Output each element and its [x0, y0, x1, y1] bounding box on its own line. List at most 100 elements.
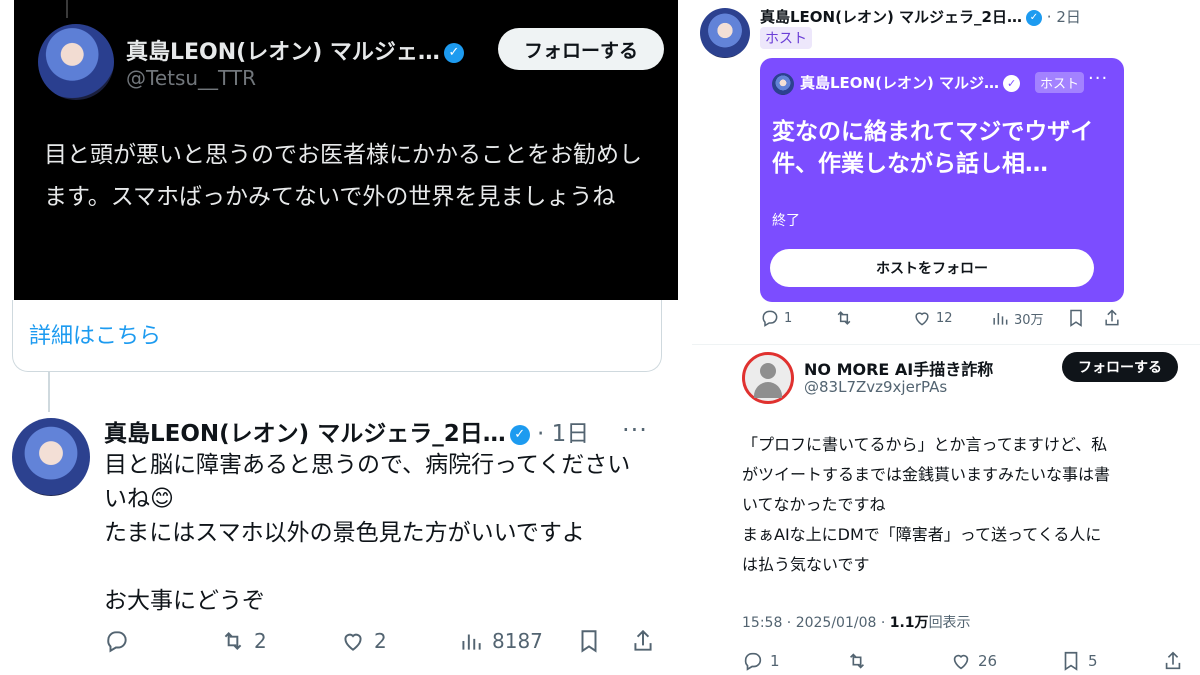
post-text-line: は払う気ないです [742, 555, 870, 574]
thread-line [66, 0, 68, 18]
like-button[interactable]: 26 [950, 650, 997, 672]
divider [692, 344, 1200, 345]
post-text-line: お大事にどうぞ [104, 588, 265, 614]
author-handle[interactable]: @83L7Zvz9xjerPAs [804, 378, 947, 396]
views-icon [993, 313, 1008, 325]
post-timestamp[interactable]: 15:58 · 2025/01/08 · [742, 615, 890, 631]
repost-icon [849, 653, 865, 669]
follow-button[interactable]: フォローする [498, 28, 664, 70]
verified-badge-icon: ✓ [509, 424, 530, 445]
share-icon [1165, 651, 1181, 670]
action-bar: 2 2 8187 [104, 628, 664, 662]
like-button[interactable]: 2 [340, 628, 387, 654]
post-time[interactable]: 1日 [552, 421, 590, 447]
author-name[interactable]: 真島LEON(レオン) マルジェラ_2日… [760, 8, 1022, 26]
left-screenshot: 真島LEON(レオン) マルジェ… ✓ @Tetsu__TTR フォローする 目と… [0, 0, 690, 675]
action-bar: 1 26 5 [742, 650, 1192, 675]
post-metadata: 15:58 · 2025/01/08 · 1.1万回表示 [742, 612, 971, 632]
space-status: 終了 [772, 213, 800, 229]
bookmark-icon [1064, 651, 1078, 671]
reply-icon [744, 652, 762, 671]
reply-icon [762, 310, 778, 327]
host-badge: ホスト [1035, 72, 1085, 93]
reply-icon [107, 631, 127, 653]
follow-host-button[interactable]: ホストをフォロー [770, 249, 1094, 287]
space-card[interactable]: 真島LEON(レオン) マルジ… ✓ ホスト ··· 変なのに絡まれてマジでウザイ… [760, 58, 1124, 302]
views-button[interactable]: 8187 [458, 628, 543, 654]
reply-count: 1 [784, 310, 793, 326]
post-text: 「プロフに書いてるから」とか言ってますけど、私 がツイートするまでは金銭貰います… [742, 430, 1200, 580]
share-button[interactable] [1162, 650, 1184, 672]
quote-footer: 詳細はこちら [12, 300, 662, 372]
bookmark-icon [581, 630, 597, 653]
heart-icon [915, 312, 929, 326]
post-header: 真島LEON(レオン) マルジェラ_2日… ✓ · 2日 [760, 6, 1081, 27]
reply-header: 真島LEON(レオン) マルジェラ_2日… ✓ · 1日 [104, 414, 589, 448]
post-time-separator: · [1046, 8, 1057, 26]
verified-badge-icon: ✓ [1003, 75, 1021, 92]
repost-icon [224, 632, 242, 650]
post-text-line: 「プロフに書いてるから」とか言ってますけど、私 [742, 435, 1108, 454]
avatar[interactable] [12, 418, 90, 496]
repost-count: 2 [254, 629, 267, 653]
share-icon [634, 629, 652, 651]
post-text-line: たまにはスマホ以外の景色見た方がいいですよ [104, 520, 585, 546]
bookmark-button[interactable] [1066, 308, 1086, 328]
post-text-line: いてなかったですね [742, 495, 886, 514]
avatar[interactable] [38, 24, 114, 100]
post-text: 目と脳に障害あると思うので、病院行ってください いね😊 たまにはスマホ以外の景色… [104, 448, 674, 618]
repost-button[interactable] [846, 650, 868, 672]
share-button[interactable] [630, 628, 656, 654]
bookmark-button[interactable]: 5 [1060, 650, 1098, 672]
space-host-name: 真島LEON(レオン) マルジ… ✓ [800, 72, 1021, 93]
post-text-line: がツイートするまでは金銭貰いますみたいな事は書 [742, 465, 1111, 484]
more-options-icon[interactable]: ··· [622, 416, 648, 444]
more-info-link[interactable]: 詳細はこちら [29, 318, 161, 350]
reply-button[interactable]: 1 [742, 650, 780, 672]
author-name[interactable]: 真島LEON(レオン) マルジェ… ✓ [126, 34, 464, 66]
reply-button[interactable] [104, 628, 130, 654]
author-handle[interactable]: @Tetsu__TTR [126, 66, 256, 90]
host-badge: ホスト [760, 27, 812, 49]
author-name[interactable]: NO MORE AI手描き詐称 [804, 356, 993, 380]
bookmark-icon [1070, 309, 1082, 327]
more-options-icon[interactable]: ··· [1088, 68, 1108, 89]
share-icon [1105, 309, 1119, 326]
space-title: 変なのに絡まれてマジでウザイ件、作業しながら話し相… [772, 119, 1094, 177]
post-text: 目と頭が悪いと思うのでお医者様にかかることをお勧めします。スマホばっかみてないで… [44, 142, 642, 210]
heart-icon [344, 633, 362, 651]
action-bar: 1 12 30万 [760, 308, 1130, 334]
verified-badge-icon: ✓ [1025, 9, 1042, 26]
post-text-line: 目と脳に障害あると思うので、病院行ってください [104, 452, 631, 478]
views-label: 回表示 [928, 615, 971, 631]
author-name[interactable]: 真島LEON(レオン) マルジェラ_2日… [104, 421, 506, 447]
views-count: 30万 [1014, 312, 1044, 328]
bookmark-count: 5 [1088, 652, 1098, 670]
views-count: 1.1万 [889, 615, 929, 631]
views-button[interactable]: 30万 [990, 308, 1044, 328]
views-icon [462, 634, 481, 650]
like-count: 2 [374, 629, 387, 653]
reply-count: 1 [770, 652, 780, 670]
post-text-line [104, 550, 674, 584]
avatar[interactable] [700, 8, 750, 58]
like-button[interactable]: 12 [912, 308, 953, 328]
right-screenshot: 真島LEON(レオン) マルジェラ_2日… ✓ · 2日 ホスト 真島LEON(レ… [692, 0, 1200, 675]
repost-button[interactable] [834, 308, 854, 328]
avatar[interactable] [742, 352, 794, 404]
like-count: 26 [978, 652, 998, 670]
post-text-line: まぁAIな上にDMで「障害者」って送ってくる人に [742, 525, 1102, 544]
follow-button[interactable]: フォローする [1062, 352, 1178, 382]
quoted-post-card[interactable]: 真島LEON(レオン) マルジェ… ✓ @Tetsu__TTR フォローする 目と… [14, 0, 678, 300]
post-text-line: いね😊 [104, 486, 174, 512]
like-count: 12 [936, 310, 953, 326]
views-count: 8187 [492, 629, 543, 653]
bookmark-button[interactable] [576, 628, 602, 654]
repost-button[interactable]: 2 [220, 628, 267, 654]
heart-icon [953, 654, 969, 670]
post-time[interactable]: 2日 [1056, 8, 1081, 26]
repost-icon [837, 311, 851, 325]
reply-button[interactable]: 1 [760, 308, 792, 328]
share-button[interactable] [1102, 308, 1122, 328]
post-time-separator: · [537, 421, 552, 447]
